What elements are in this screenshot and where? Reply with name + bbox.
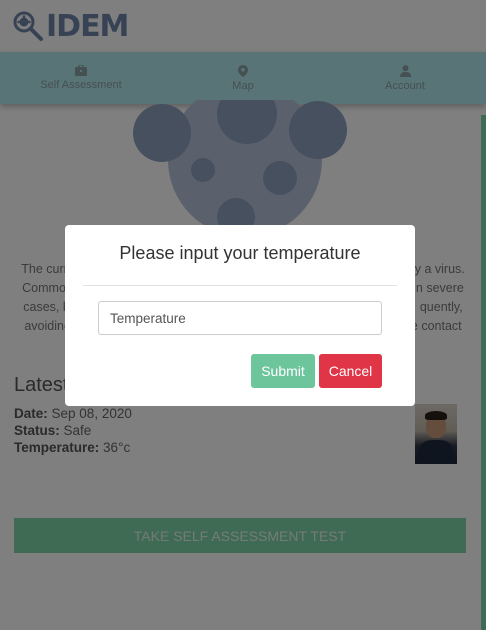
dialog-divider: [83, 285, 397, 286]
cancel-button[interactable]: Cancel: [319, 354, 382, 388]
temperature-input[interactable]: [98, 301, 382, 335]
temperature-dialog: Please input your temperature Submit Can…: [65, 225, 415, 406]
submit-button[interactable]: Submit: [251, 354, 315, 388]
dialog-title: Please input your temperature: [119, 243, 361, 263]
